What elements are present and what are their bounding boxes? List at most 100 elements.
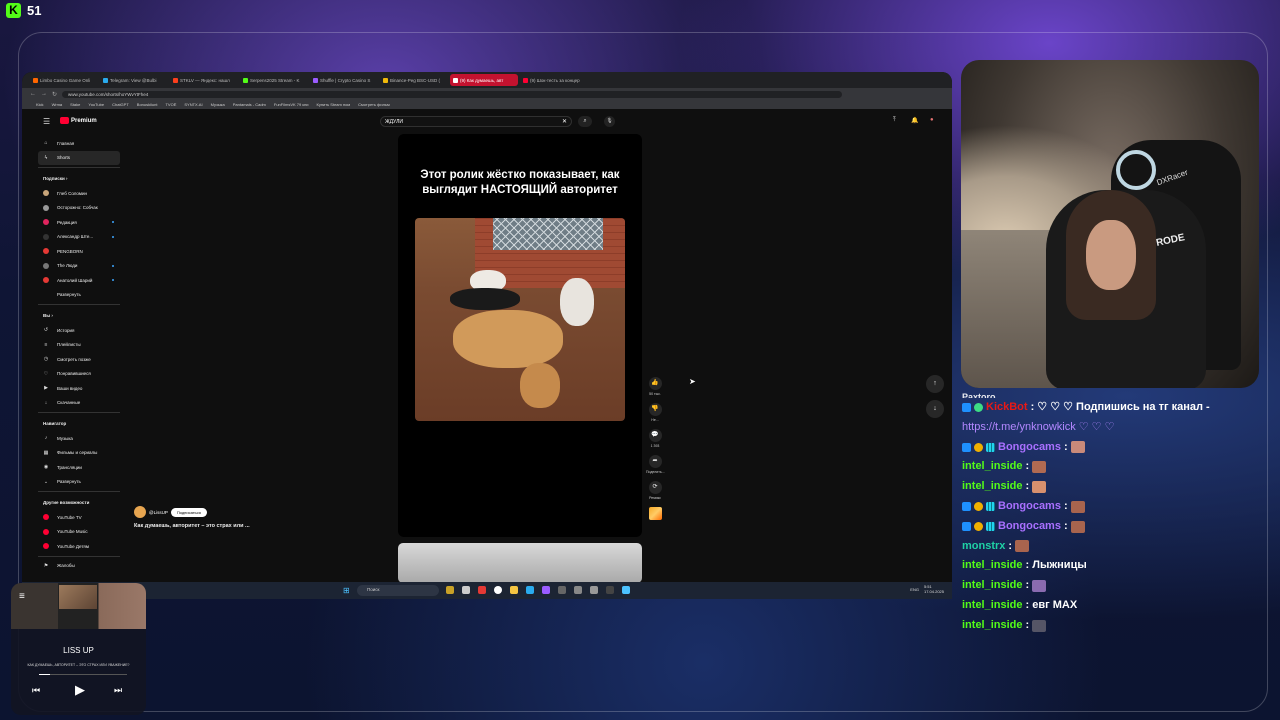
channel-avatar[interactable] — [134, 506, 146, 518]
sidebar-item[interactable]: Развернуть — [38, 288, 120, 303]
chat-username[interactable]: Bongocams — [998, 497, 1061, 517]
sidebar-item[interactable]: ⌂ Главная — [38, 136, 120, 151]
browser-tab[interactable]: (9) Шок-тесть за концер — [520, 74, 588, 86]
create-icon[interactable]: ⤒ — [893, 117, 896, 124]
sidebar-item[interactable]: ⌄ Развернуть — [38, 475, 120, 490]
action-icon[interactable]: 👍 — [648, 377, 662, 390]
short-player[interactable]: Этот ролик жёстко показывает, как выгляд… — [398, 134, 642, 537]
language-indicator[interactable]: ENG — [910, 587, 919, 592]
browser-tab[interactable]: Limbo Casino Game Onli — [30, 74, 98, 86]
bookmark-item[interactable]: SYNTX.AI — [184, 102, 202, 107]
sidebar-item[interactable]: ≡ Плейлисты — [38, 338, 120, 353]
sidebar-item[interactable]: Александр Ште... — [38, 230, 120, 245]
chat-username[interactable]: intel_inside — [962, 457, 1023, 477]
short-title[interactable]: Как думаешь, авторитет – это страх или .… — [134, 523, 250, 529]
chat-username[interactable]: intel_inside — [962, 576, 1023, 596]
browser-tab[interactable]: (9) Как думаешь, авт — [450, 74, 518, 86]
browser-icon[interactable] — [494, 586, 502, 594]
sidebar-item[interactable]: Редакция — [38, 215, 120, 230]
next-short-preview[interactable] — [398, 543, 642, 583]
short-action[interactable]: ➦ Поделить... — [646, 455, 665, 474]
chat-username[interactable]: intel_inside — [962, 477, 1023, 497]
bookmark-item[interactable]: YouTube — [88, 102, 104, 107]
app-icon[interactable] — [622, 586, 630, 594]
sidebar-heading[interactable]: Другие возможности — [38, 496, 120, 510]
chat-link[interactable]: https://t.me/ynknowkick ♡ ♡ ♡ — [962, 418, 1114, 438]
app-icon[interactable] — [462, 586, 470, 594]
search-button[interactable]: ⌕ — [578, 116, 592, 127]
folder-icon[interactable] — [510, 586, 518, 594]
bookmark-item[interactable]: TVOË — [165, 102, 176, 107]
clear-icon[interactable]: ✕ — [562, 118, 567, 125]
subscribe-button[interactable]: Подписаться — [170, 507, 207, 517]
chat-username[interactable]: Bongocams — [998, 438, 1061, 458]
sidebar-heading[interactable]: Вы › — [38, 309, 120, 323]
sidebar-item[interactable]: ↺ История — [38, 323, 120, 338]
bookmark-item[interactable]: Wrma — [52, 102, 63, 107]
short-action[interactable]: 👎 Не... — [646, 403, 664, 422]
progress-bar[interactable] — [39, 674, 127, 675]
sidebar-item[interactable]: Осторожно: Собчак — [38, 201, 120, 216]
app-icon[interactable] — [446, 586, 454, 594]
bookmark-item[interactable]: Kick — [36, 102, 44, 107]
sidebar-item[interactable]: ▶ Ваши видео — [38, 381, 120, 396]
app-icon[interactable] — [606, 586, 614, 594]
sidebar-item[interactable]: ♡ Понравившиеся — [38, 367, 120, 382]
bookmark-item[interactable]: ChatGPT — [112, 102, 129, 107]
bookmark-item[interactable]: Купить Steam пом — [317, 102, 351, 107]
sidebar-item[interactable]: ϟ Shorts — [38, 150, 120, 165]
chat-username[interactable]: intel_inside — [962, 556, 1023, 576]
windows-start-icon[interactable]: ⊞ — [343, 586, 350, 595]
browser-tab[interactable]: Telegram: View @Bulbi — [100, 74, 168, 86]
chat-username[interactable]: Bongocams — [998, 517, 1061, 537]
youtube-logo[interactable]: Premium — [60, 117, 97, 124]
sidebar-item[interactable]: YouTube Детям — [38, 539, 120, 554]
browser-tab[interactable]: STKLV — Яндекс: нашл — [170, 74, 238, 86]
bookmark-item[interactable]: Pantamals - Cadm — [233, 102, 266, 107]
sidebar-heading[interactable]: Навигатор — [38, 417, 120, 431]
browser-tab[interactable]: Shuffle | Crypto Casino S — [310, 74, 378, 86]
action-icon[interactable]: ⟳ — [648, 481, 662, 494]
bookmark-item[interactable]: FunFilmsVK 79 кни — [274, 102, 309, 107]
forward-icon[interactable]: → — [41, 91, 47, 97]
search-input[interactable]: ЖДУЛИ ✕ — [380, 116, 572, 127]
previous-track-button[interactable]: ⏮ — [32, 685, 40, 696]
menu-icon[interactable]: ☰ — [43, 117, 50, 126]
taskbar-search[interactable]: Поиск — [357, 585, 439, 596]
sidebar-item[interactable]: ⚑ Жалобы — [38, 559, 120, 574]
bookmark-item[interactable]: Bonuskiiunt — [137, 102, 158, 107]
app-icon[interactable] — [478, 586, 486, 594]
sidebar-item[interactable]: YouTube Music — [38, 525, 120, 540]
settings-icon[interactable] — [590, 586, 598, 594]
sidebar-item[interactable]: Глеб Соломин — [38, 186, 120, 201]
play-button[interactable]: ▶ — [75, 682, 85, 698]
sidebar-item[interactable]: PENGBORN — [38, 244, 120, 259]
mic-button[interactable]: 🎙 — [604, 116, 615, 127]
channel-name[interactable]: @LissUP — [149, 510, 168, 515]
previous-short-button[interactable]: ↑ — [926, 375, 944, 393]
chat-username[interactable]: intel_inside — [962, 596, 1023, 616]
chat-username[interactable]: monstrx — [962, 537, 1005, 557]
next-short-button[interactable]: ↓ — [926, 400, 944, 418]
sidebar-item[interactable]: Анатолий Шарий — [38, 273, 120, 288]
sidebar-item[interactable]: YouTube TV — [38, 510, 120, 525]
short-video-frame[interactable] — [415, 218, 625, 421]
sidebar-item[interactable]: ▦ Фильмы и сериалы — [38, 446, 120, 461]
app-icon[interactable] — [574, 586, 582, 594]
action-icon[interactable]: 👎 — [648, 403, 662, 416]
app-icon[interactable] — [542, 586, 550, 594]
chat-username[interactable]: KickBot — [986, 398, 1028, 418]
action-icon[interactable]: ➦ — [648, 455, 662, 468]
browser-tab[interactable]: Serpens2025 Stream - K — [240, 74, 308, 86]
short-action[interactable]: ⟳ Ремикс — [646, 481, 664, 500]
clock[interactable]: 5:51 17.04.2025 — [924, 584, 944, 594]
sound-thumbnail[interactable] — [646, 507, 664, 520]
reload-icon[interactable]: ↻ — [52, 91, 57, 98]
chat-username[interactable]: intel_inside — [962, 616, 1023, 636]
account-avatar[interactable]: ● — [930, 117, 934, 123]
telegram-icon[interactable] — [526, 586, 534, 594]
back-icon[interactable]: ← — [30, 91, 36, 97]
sidebar-item[interactable]: ↓ Скачанные — [38, 396, 120, 411]
app-icon[interactable] — [558, 586, 566, 594]
short-action[interactable]: 👍 50 тыс. — [646, 377, 664, 396]
